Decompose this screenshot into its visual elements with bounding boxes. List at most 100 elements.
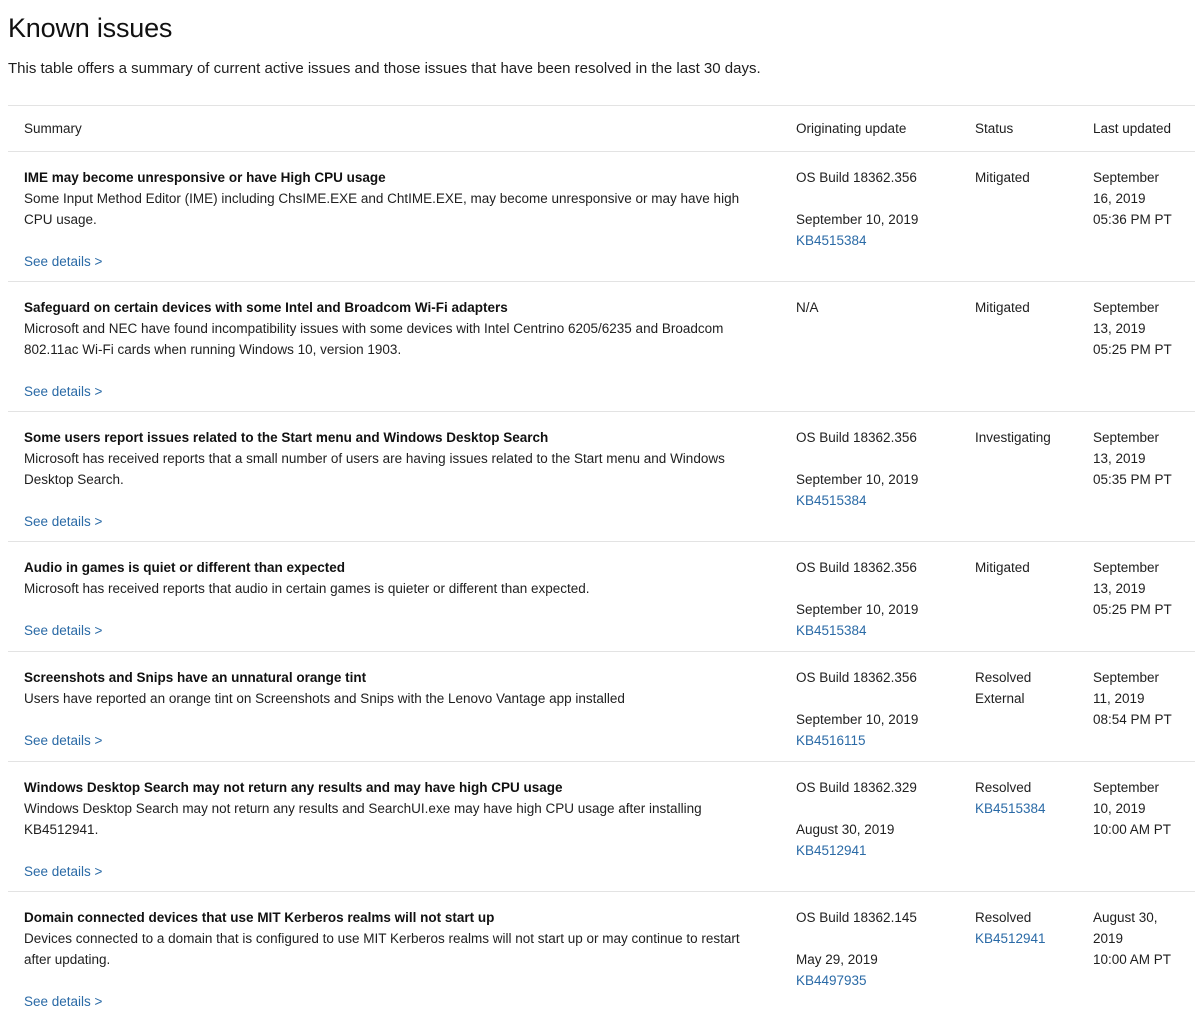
origin-build: OS Build 18362.356 xyxy=(796,560,917,575)
updated-line-1: September xyxy=(1093,560,1160,575)
table-row: Safeguard on certain devices with some I… xyxy=(8,281,1195,412)
issue-description: Devices connected to a domain that is co… xyxy=(24,931,740,967)
see-details-link[interactable]: See details > xyxy=(24,511,102,532)
see-details-link[interactable]: See details > xyxy=(24,251,102,272)
origin-build: N/A xyxy=(796,300,819,315)
updated-line-3: 05:35 PM PT xyxy=(1093,472,1172,487)
origin-gap xyxy=(796,448,959,469)
origin-date: September 10, 2019 xyxy=(796,712,919,727)
table-row: Screenshots and Snips have an unnatural … xyxy=(8,651,1195,762)
table-header-row: Summary Originating update Status Last u… xyxy=(8,105,1195,152)
last-updated-cell: September 16, 2019 05:36 PM PT xyxy=(1077,152,1195,282)
status-text: Mitigated xyxy=(975,300,1030,315)
updated-line-3: 05:25 PM PT xyxy=(1093,342,1172,357)
issue-title: Safeguard on certain devices with some I… xyxy=(24,300,508,315)
originating-update-cell: OS Build 18362.356 September 10, 2019 KB… xyxy=(780,652,959,762)
issue-description: Windows Desktop Search may not return an… xyxy=(24,801,702,837)
updated-line-3: 05:36 PM PT xyxy=(1093,212,1172,227)
updated-line-1: September xyxy=(1093,670,1160,685)
issue-description: Users have reported an orange tint on Sc… xyxy=(24,691,625,706)
origin-date: August 30, 2019 xyxy=(796,822,895,837)
summary-cell: Domain connected devices that use MIT Ke… xyxy=(8,892,780,1021)
table-row: IME may become unresponsive or have High… xyxy=(8,151,1195,282)
header-last-updated: Last updated xyxy=(1093,121,1172,136)
table-row: Windows Desktop Search may not return an… xyxy=(8,761,1195,892)
updated-line-2: 11, 2019 xyxy=(1093,691,1145,706)
status-cell: Resolved KB4512941 xyxy=(959,892,1077,1021)
origin-date: May 29, 2019 xyxy=(796,952,878,967)
issue-title: Some users report issues related to the … xyxy=(24,430,549,445)
updated-line-2: 13, 2019 xyxy=(1093,581,1146,596)
origin-kb-link[interactable]: KB4512941 xyxy=(796,840,959,861)
last-updated-cell: August 30, 2019 10:00 AM PT xyxy=(1077,892,1195,1021)
updated-line-1: September xyxy=(1093,780,1160,795)
issue-description: Microsoft has received reports that audi… xyxy=(24,581,590,596)
page-title: Known issues xyxy=(8,13,173,43)
known-issues-page: Known issues This table offers a summary… xyxy=(0,0,1199,1021)
last-updated-cell: September 10, 2019 10:00 AM PT xyxy=(1077,762,1195,892)
origin-build: OS Build 18362.356 xyxy=(796,430,917,445)
table-row: Domain connected devices that use MIT Ke… xyxy=(8,891,1195,1021)
page-intro: This table offers a summary of current a… xyxy=(8,60,761,77)
origin-kb-link[interactable]: KB4515384 xyxy=(796,490,959,511)
issue-description: Some Input Method Editor (IME) including… xyxy=(24,191,740,227)
updated-line-1: September xyxy=(1093,430,1160,445)
updated-line-3: 10:00 AM PT xyxy=(1093,952,1172,967)
see-details-link[interactable]: See details > xyxy=(24,381,102,402)
status-text: Resolved xyxy=(975,910,1032,925)
status-cell: Mitigated xyxy=(959,282,1077,412)
status-cell: Investigating xyxy=(959,412,1077,542)
see-details-link[interactable]: See details > xyxy=(24,620,102,641)
originating-update-cell: OS Build 18362.145 May 29, 2019 KB449793… xyxy=(780,892,959,1021)
status-cell: Resolved KB4515384 xyxy=(959,762,1077,892)
summary-cell: Audio in games is quiet or different tha… xyxy=(8,542,780,652)
origin-kb-link[interactable]: KB4516115 xyxy=(796,730,959,751)
origin-kb-link[interactable]: KB4515384 xyxy=(796,620,959,641)
origin-gap xyxy=(796,188,959,209)
origin-gap xyxy=(796,798,959,819)
origin-gap xyxy=(796,928,959,949)
updated-line-2: 10, 2019 xyxy=(1093,801,1146,816)
updated-line-2: 16, 2019 xyxy=(1093,191,1146,206)
summary-cell: Screenshots and Snips have an unnatural … xyxy=(8,652,780,762)
issue-title: Windows Desktop Search may not return an… xyxy=(24,780,563,795)
origin-date: September 10, 2019 xyxy=(796,472,919,487)
originating-update-cell: N/A xyxy=(780,282,959,412)
origin-gap xyxy=(796,688,959,709)
origin-kb-link[interactable]: KB4497935 xyxy=(796,970,959,991)
last-updated-cell: September 13, 2019 05:25 PM PT xyxy=(1077,542,1195,652)
updated-line-1: August 30, xyxy=(1093,910,1158,925)
issue-description: Microsoft and NEC have found incompatibi… xyxy=(24,321,724,357)
origin-build: OS Build 18362.356 xyxy=(796,170,917,185)
origin-build: OS Build 18362.329 xyxy=(796,780,917,795)
issue-title: Screenshots and Snips have an unnatural … xyxy=(24,670,367,685)
status-text: Mitigated xyxy=(975,170,1030,185)
status-kb-link[interactable]: KB4515384 xyxy=(975,798,1077,819)
status-cell: Resolved External xyxy=(959,652,1077,762)
see-details-link[interactable]: See details > xyxy=(24,861,102,882)
updated-line-2: 13, 2019 xyxy=(1093,321,1146,336)
summary-cell: Some users report issues related to the … xyxy=(8,412,780,542)
issue-title: IME may become unresponsive or have High… xyxy=(24,170,386,185)
updated-line-3: 08:54 PM PT xyxy=(1093,712,1172,727)
origin-kb-link[interactable]: KB4515384 xyxy=(796,230,959,251)
see-details-link[interactable]: See details > xyxy=(24,991,102,1012)
status-text: Investigating xyxy=(975,430,1051,445)
status-cell: Mitigated xyxy=(959,542,1077,652)
updated-line-2: 2019 xyxy=(1093,931,1124,946)
table-row: Some users report issues related to the … xyxy=(8,411,1195,542)
updated-line-1: September xyxy=(1093,170,1160,185)
updated-line-3: 05:25 PM PT xyxy=(1093,602,1172,617)
known-issues-table: Summary Originating update Status Last u… xyxy=(8,105,1195,1021)
origin-build: OS Build 18362.356 xyxy=(796,670,917,685)
issue-description: Microsoft has received reports that a sm… xyxy=(24,451,725,487)
last-updated-cell: September 13, 2019 05:35 PM PT xyxy=(1077,412,1195,542)
status-kb-link[interactable]: KB4512941 xyxy=(975,928,1077,949)
table-row: Audio in games is quiet or different tha… xyxy=(8,541,1195,652)
updated-line-3: 10:00 AM PT xyxy=(1093,822,1172,837)
status-text: Mitigated xyxy=(975,560,1030,575)
last-updated-cell: September 13, 2019 05:25 PM PT xyxy=(1077,282,1195,412)
originating-update-cell: OS Build 18362.356 September 10, 2019 KB… xyxy=(780,152,959,282)
issue-title: Audio in games is quiet or different tha… xyxy=(24,560,346,575)
see-details-link[interactable]: See details > xyxy=(24,730,102,751)
